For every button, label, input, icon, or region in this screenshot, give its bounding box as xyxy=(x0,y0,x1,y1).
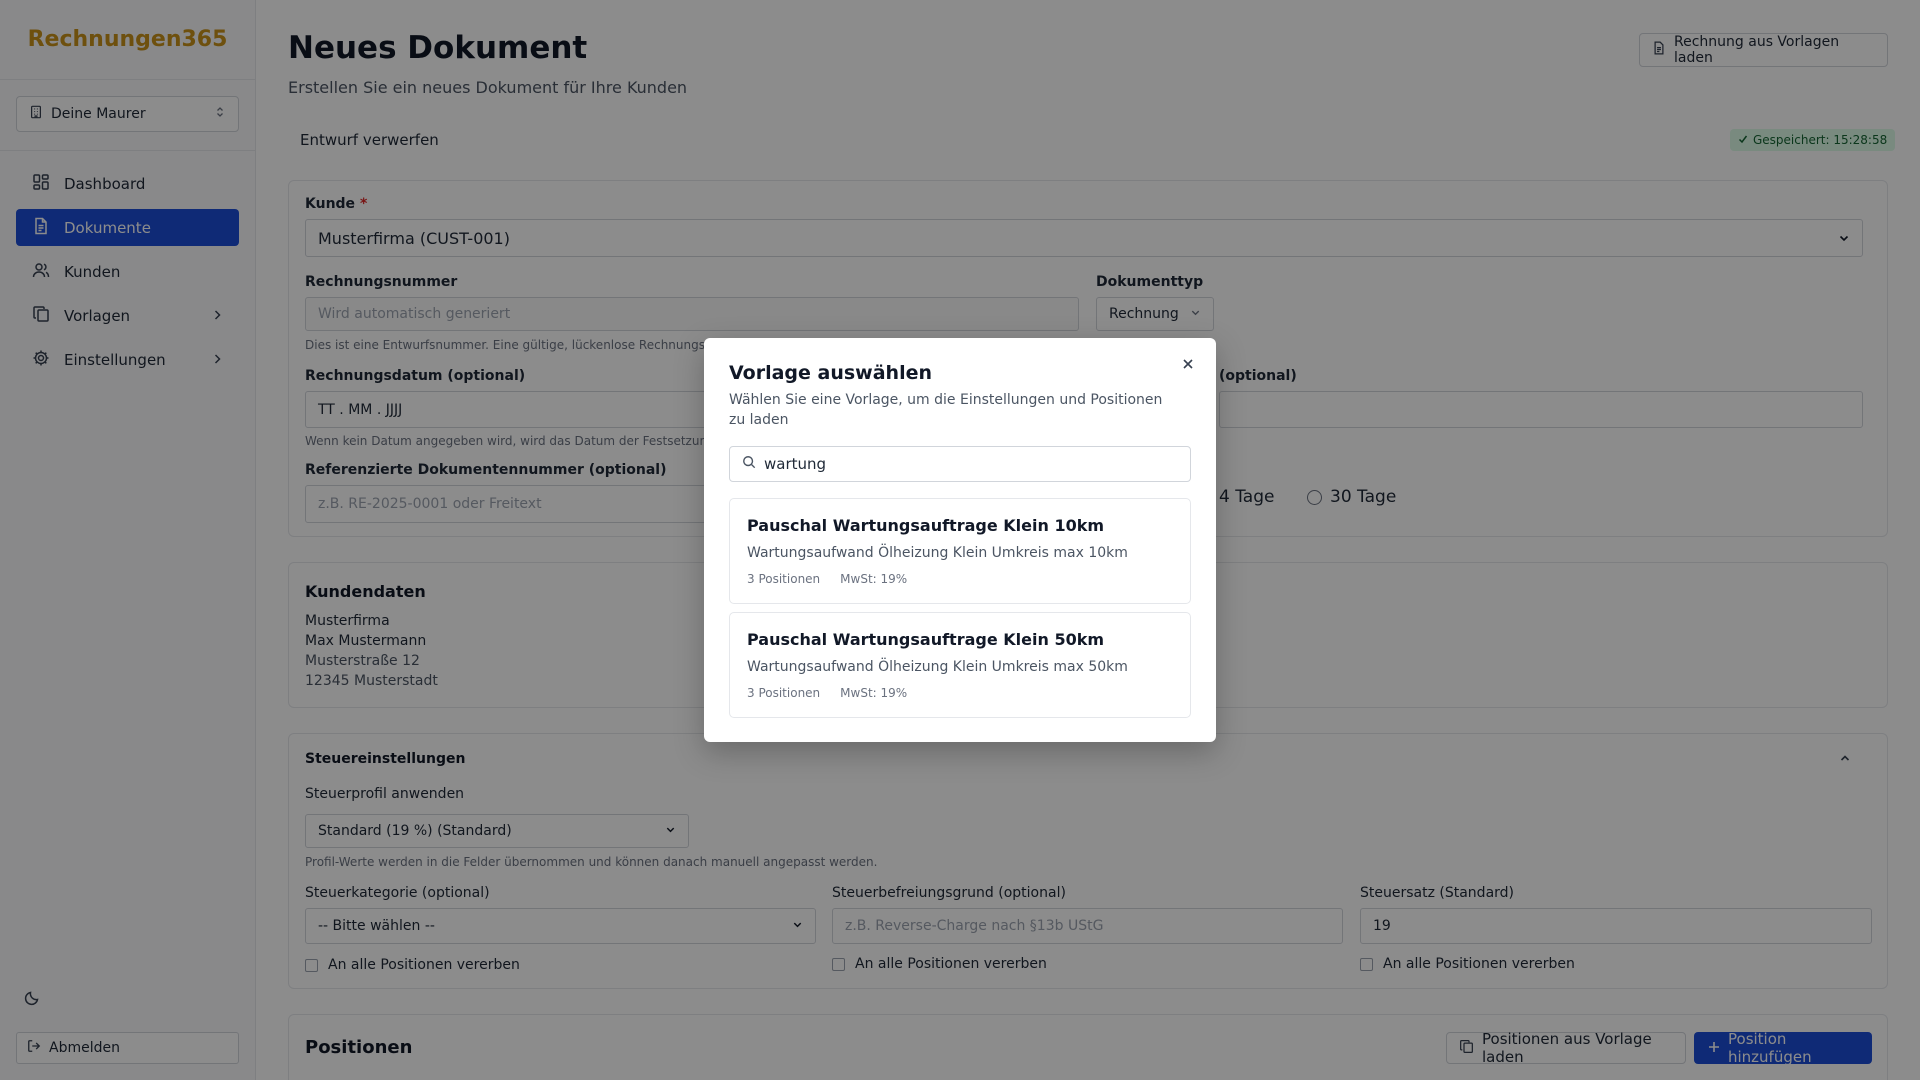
template-description: Wartungsaufwand Ölheizung Klein Umkreis … xyxy=(747,659,1128,675)
template-vat: MwSt: 19% xyxy=(840,572,908,586)
dialog-title: Vorlage auswählen xyxy=(729,362,933,384)
template-name: Pauschal Wartungsauftrage Klein 50km xyxy=(747,630,1105,649)
template-select-dialog: Vorlage auswählen Wählen Sie eine Vorlag… xyxy=(704,338,1216,742)
search-icon xyxy=(742,455,756,473)
template-item[interactable]: Pauschal Wartungsauftrage Klein 50km War… xyxy=(729,612,1191,718)
template-meta: 3 Positionen MwSt: 19% xyxy=(747,686,907,700)
search-value: wartung xyxy=(764,455,827,473)
template-positions-count: 3 Positionen xyxy=(747,572,821,586)
close-button[interactable] xyxy=(1182,356,1198,372)
template-positions-count: 3 Positionen xyxy=(747,686,821,700)
template-search-input[interactable]: wartung xyxy=(729,446,1191,482)
dialog-subtitle: Wählen Sie eine Vorlage, um die Einstell… xyxy=(729,392,1163,428)
template-item[interactable]: Pauschal Wartungsauftrage Klein 10km War… xyxy=(729,498,1191,604)
template-description: Wartungsaufwand Ölheizung Klein Umkreis … xyxy=(747,545,1128,561)
template-name: Pauschal Wartungsauftrage Klein 10km xyxy=(747,516,1105,535)
template-meta: 3 Positionen MwSt: 19% xyxy=(747,572,907,586)
close-icon xyxy=(1182,356,1194,374)
template-vat: MwSt: 19% xyxy=(840,686,908,700)
